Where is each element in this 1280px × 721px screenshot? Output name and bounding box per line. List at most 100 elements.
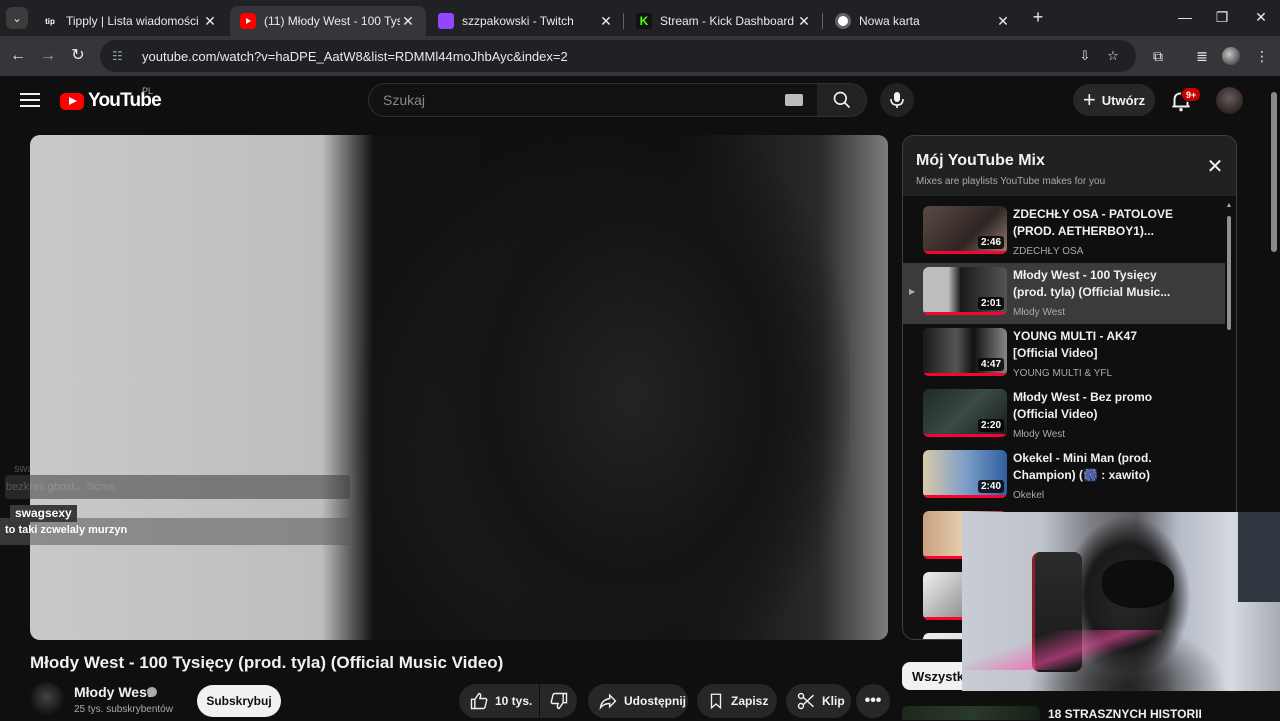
playlist-item-channel: YOUNG MULTI & YFL (1013, 368, 1113, 379)
subscriber-count: 25 tys. subskrybentów (74, 704, 173, 715)
more-dots-icon: ••• (864, 692, 882, 709)
youtube-favicon-icon (240, 13, 256, 29)
bookmark-icon (710, 693, 722, 710)
search-icon (833, 91, 850, 109)
playlist-close-icon[interactable]: ✕ (1205, 157, 1225, 178)
playlist-item[interactable]: 2:20 Młody West - Bez promo (Official Vid… (903, 385, 1225, 446)
webcam-overlay (962, 512, 1280, 691)
playlist-item-thumbnail[interactable]: 4:47 (923, 328, 1007, 376)
forward-arrow-icon[interactable]: → (36, 44, 60, 68)
site-info-icon[interactable]: ☷ (112, 49, 130, 63)
playlist-item-duration: 4:47 (977, 358, 1004, 371)
scroll-up-arrow-icon[interactable]: ▲ (1225, 202, 1233, 209)
playlist-item[interactable]: ▶ 2:01 Młody West - 100 Tysięcy (prod. tyl… (903, 263, 1225, 324)
playlist-subtitle: Mixes are playlists YouTube makes for yo… (916, 176, 1106, 187)
playlist-item-title[interactable]: ZDECHŁY OSA - PATOLOVE (PROD. AETHERBOY1… (1013, 206, 1183, 240)
tab-close-icon[interactable]: ✕ (598, 13, 614, 30)
new-tab-plus-icon[interactable]: + (1028, 8, 1048, 28)
youtube-logo[interactable]: YouTube PL (60, 86, 162, 112)
search-input[interactable]: Szukaj (368, 83, 818, 117)
save-button[interactable]: Zapisz (697, 684, 777, 718)
dislike-button[interactable] (540, 684, 577, 718)
share-button[interactable]: Udostępnij (588, 684, 688, 718)
tab-title: szzpakowski - Twitch (462, 14, 574, 28)
playlist-item[interactable]: 2:40 Okekel - Mini Man (prod. Champion) (… (903, 446, 1225, 507)
window-close-icon[interactable]: ✕ (1243, 6, 1279, 28)
playlist-item-duration: 2:20 (977, 419, 1004, 432)
playlist-item[interactable]: 2:46 ZDECHŁY OSA - PATOLOVE (PROD. AETHER… (903, 202, 1225, 263)
keyboard-icon[interactable] (785, 94, 803, 106)
tab-title: Nowa karta (859, 14, 920, 28)
share-arrow-icon (599, 693, 617, 711)
tab-close-icon[interactable]: ✕ (995, 13, 1011, 30)
playlist-title[interactable]: Mój YouTube Mix (916, 152, 1045, 170)
account-avatar[interactable] (1216, 87, 1243, 114)
tab-search-chevron-icon[interactable]: ⌄ (6, 7, 28, 29)
youtube-play-logo-icon (60, 92, 84, 110)
search-placeholder: Szukaj (383, 92, 426, 108)
bookmark-star-icon[interactable]: ☆ (1102, 48, 1124, 64)
playlist-item-channel: Młody West (1013, 307, 1066, 318)
notification-badge: 9+ (1181, 87, 1202, 102)
playlist-item-title[interactable]: Okekel - Mini Man (prod. Champion) (🎆 : … (1013, 450, 1183, 484)
chrome-favicon-icon (835, 13, 851, 29)
watched-progress-bar (923, 373, 1007, 376)
minimize-icon[interactable]: — (1167, 6, 1203, 28)
back-arrow-icon[interactable]: ← (6, 44, 30, 68)
like-button[interactable]: 10 tys. (459, 684, 539, 718)
extensions-puzzle-icon[interactable]: ⧉ (1146, 44, 1170, 68)
tab-close-icon[interactable]: ✕ (400, 13, 416, 30)
playlist-item-channel: Młody West (1013, 429, 1066, 440)
video-player[interactable] (30, 135, 888, 640)
channel-avatar[interactable] (30, 682, 64, 716)
chat-overlay-username: swagsexy (10, 505, 77, 522)
playlist-item-title[interactable]: Młody West - 100 Tysięcy (prod. tyla) (O… (1013, 267, 1183, 301)
video-frame (390, 135, 850, 640)
reload-icon[interactable]: ↻ (66, 44, 90, 68)
browser-profile-avatar[interactable] (1222, 47, 1240, 65)
recommendation-thumbnail[interactable] (902, 706, 1040, 720)
tab-new-tab[interactable]: Nowa karta ✕ (825, 6, 1021, 36)
tab-close-icon[interactable]: ✕ (796, 13, 812, 30)
page-scrollbar-thumb[interactable] (1271, 92, 1277, 252)
install-app-icon[interactable]: ⇩ (1074, 48, 1096, 64)
hamburger-menu-icon[interactable] (20, 90, 40, 110)
tab-youtube[interactable]: (11) Młody West - 100 Tysięcy (prod. tyl… (230, 6, 426, 36)
thumbs-up-icon (470, 692, 488, 710)
create-button[interactable]: + Utwórz (1073, 84, 1155, 116)
tab-separator (623, 13, 624, 29)
tab-twitch[interactable]: szzpakowski - Twitch ✕ (428, 6, 624, 36)
media-controls-icon[interactable]: ≣ (1190, 44, 1214, 68)
plus-icon: + (1082, 87, 1096, 112)
tab-close-icon[interactable]: ✕ (202, 13, 218, 30)
clip-button[interactable]: Klip (786, 684, 851, 718)
tab-kick[interactable]: K Stream - Kick Dashboard ✕ (626, 6, 822, 36)
playlist-item[interactable]: 4:47 YOUNG MULTI - AK47 [Official Video] Y… (903, 324, 1225, 385)
playlist-item-duration: 2:40 (977, 480, 1004, 493)
channel-name[interactable]: Młody West (74, 684, 152, 700)
chrome-menu-icon[interactable]: ⋮ (1250, 44, 1274, 68)
playlist-scrollbar-thumb[interactable] (1227, 216, 1231, 330)
playlist-item-channel: ZDECHŁY OSA (1013, 246, 1084, 257)
playlist-item-title[interactable]: YOUNG MULTI - AK47 [Official Video] (1013, 328, 1183, 362)
playlist-item-thumbnail[interactable]: 2:20 (923, 389, 1007, 437)
recommendation-title[interactable]: 18 STRASZNYCH HISTORII (1048, 707, 1202, 721)
search-button[interactable] (817, 83, 867, 117)
playlist-item-thumbnail[interactable]: 2:46 (923, 206, 1007, 254)
playlist-item-thumbnail[interactable]: 2:40 (923, 450, 1007, 498)
webcam-background-poster (1238, 512, 1280, 602)
playlist-item-thumbnail[interactable]: 2:01 (923, 267, 1007, 315)
playlist-item-title[interactable]: Młody West - Bez promo (Official Video) (1013, 389, 1183, 423)
address-bar[interactable]: ☷ youtube.com/watch?v=haDPE_AatW8&list=R… (100, 40, 1136, 72)
watched-progress-bar (923, 495, 1007, 498)
chat-faded-username: swagsexy (14, 463, 63, 475)
now-playing-icon: ▶ (909, 287, 916, 296)
tipply-favicon-icon: tip (42, 13, 58, 29)
subscribe-button[interactable]: Subskrybuj (197, 685, 281, 717)
playlist-item-channel: Okekel (1013, 490, 1045, 501)
maximize-icon[interactable]: ❐ (1204, 6, 1240, 28)
more-actions-button[interactable]: ••• (856, 684, 890, 718)
tab-tipply[interactable]: tip Tipply | Lista wiadomości ✕ (32, 6, 228, 36)
voice-search-button[interactable] (880, 83, 914, 117)
create-label: Utwórz (1101, 92, 1146, 108)
